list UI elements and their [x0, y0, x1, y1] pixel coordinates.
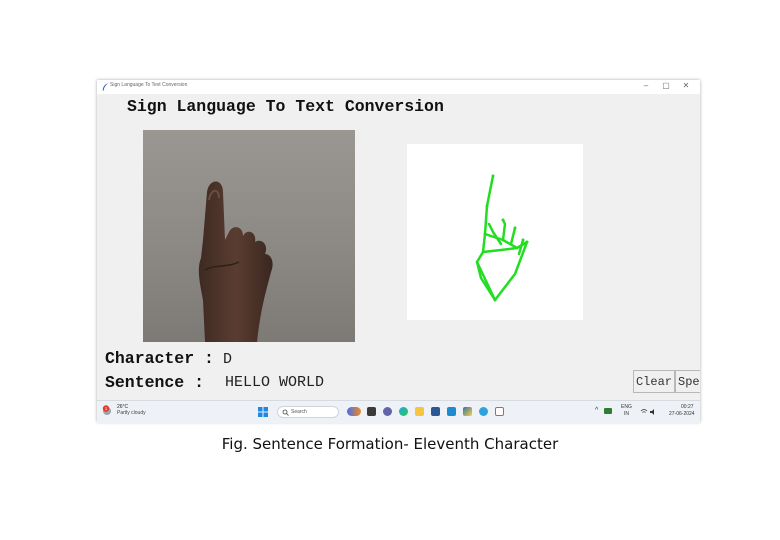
close-button[interactable]: ✕ [678, 81, 694, 90]
camera-feed [143, 130, 355, 342]
language-top[interactable]: ENG [621, 404, 632, 410]
windows-start-icon[interactable] [258, 407, 268, 417]
clock-date[interactable]: 27-06-2024 [669, 411, 695, 417]
wifi-volume-icon[interactable] [640, 408, 656, 416]
python-icon[interactable] [463, 407, 472, 416]
sentence-value: HELLO WORLD [225, 374, 325, 391]
file-explorer-icon[interactable] [367, 407, 376, 416]
figure-caption: Fig. Sentence Formation- Eleventh Charac… [221, 435, 559, 453]
language-bottom[interactable]: IN [624, 411, 629, 417]
taskbar: 1 26°C Partly cloudy Search ^ ENG IN 00:… [97, 400, 700, 423]
app-window: Sign Language To Text Conversion – ▢ ✕ S… [97, 80, 700, 423]
search-placeholder: Search [291, 409, 307, 415]
chat-icon[interactable] [383, 407, 392, 416]
widget-icon[interactable] [347, 407, 361, 416]
folder-icon[interactable] [415, 407, 424, 416]
taskbar-search[interactable]: Search [277, 406, 339, 418]
clear-button[interactable]: Clear [633, 370, 675, 393]
character-value: D [223, 351, 233, 368]
clock-time[interactable]: 00:27 [681, 404, 694, 410]
character-label: Character : [105, 349, 214, 368]
feather-app-icon[interactable] [495, 407, 504, 416]
search-icon [282, 409, 289, 416]
store-icon[interactable] [431, 407, 440, 416]
telegram-icon[interactable] [479, 407, 488, 416]
weather-desc: Partly cloudy [117, 410, 146, 416]
window-title: Sign Language To Text Conversion [110, 82, 188, 88]
minimize-button[interactable]: – [638, 81, 654, 90]
hand-image [198, 181, 273, 342]
vscode-icon[interactable] [447, 407, 456, 416]
edge-icon[interactable] [399, 407, 408, 416]
weather-icon[interactable]: 1 [102, 405, 114, 417]
sentence-label: Sentence : [105, 373, 205, 392]
tray-arrow-icon[interactable]: ^ [595, 407, 598, 414]
hand-skeleton [475, 174, 529, 302]
page-title: Sign Language To Text Conversion [127, 97, 444, 116]
title-bar: Sign Language To Text Conversion – ▢ ✕ [97, 80, 700, 94]
speak-button[interactable]: Speak [675, 370, 700, 393]
skeleton-canvas [407, 144, 583, 320]
feather-icon [102, 83, 109, 91]
maximize-button[interactable]: ▢ [658, 81, 674, 90]
network-tray-icon[interactable] [604, 408, 612, 414]
